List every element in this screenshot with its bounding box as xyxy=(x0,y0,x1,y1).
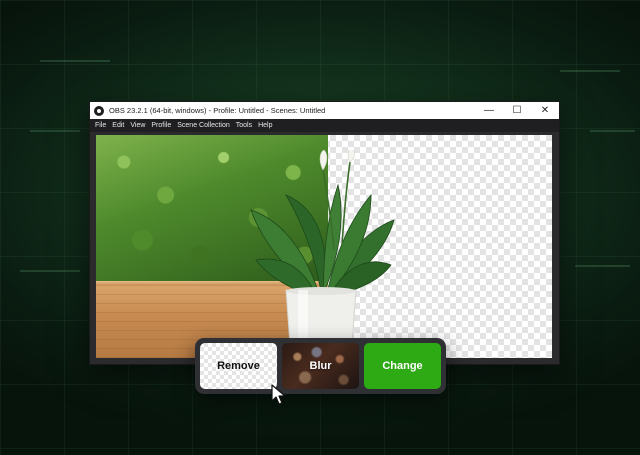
menu-edit[interactable]: Edit xyxy=(109,119,127,132)
close-button[interactable]: ✕ xyxy=(531,102,559,119)
blur-label: Blur xyxy=(309,360,332,372)
background-dash xyxy=(20,270,80,272)
maximize-button[interactable]: ☐ xyxy=(503,102,531,119)
mouse-pointer-icon xyxy=(271,384,286,405)
window-controls: — ☐ ✕ xyxy=(475,102,559,119)
menu-view[interactable]: View xyxy=(127,119,148,132)
menu-tools[interactable]: Tools xyxy=(233,119,255,132)
change-label: Change xyxy=(382,360,423,372)
menu-file[interactable]: File xyxy=(92,119,109,132)
background-dash xyxy=(575,265,630,267)
change-background-button[interactable]: Change xyxy=(364,343,441,389)
menu-bar: File Edit View Profile Scene Collection … xyxy=(90,119,559,132)
remove-label: Remove xyxy=(217,360,260,372)
minimize-button[interactable]: — xyxy=(475,102,503,119)
background-dash xyxy=(590,130,635,132)
window-title: OBS 23.2.1 (64-bit, windows) - Profile: … xyxy=(109,106,326,115)
remove-background-button[interactable]: Remove xyxy=(200,343,277,389)
blur-background-button[interactable]: Blur xyxy=(282,343,359,389)
flower-left xyxy=(319,150,328,171)
obs-window: OBS 23.2.1 (64-bit, windows) - Profile: … xyxy=(89,101,560,365)
background-dash xyxy=(30,130,80,132)
background-dash xyxy=(560,70,620,72)
background-dash xyxy=(40,60,110,62)
menu-profile[interactable]: Profile xyxy=(148,119,174,132)
obs-logo-icon xyxy=(94,105,104,116)
menu-scene-collection[interactable]: Scene Collection xyxy=(174,119,233,132)
potted-plant xyxy=(250,150,395,358)
scene-preview[interactable] xyxy=(96,135,552,358)
background-effects-toolbar: Remove Blur Change xyxy=(195,338,446,394)
flower-right xyxy=(347,150,355,163)
menu-help[interactable]: Help xyxy=(255,119,275,132)
title-bar[interactable]: OBS 23.2.1 (64-bit, windows) - Profile: … xyxy=(90,102,559,119)
